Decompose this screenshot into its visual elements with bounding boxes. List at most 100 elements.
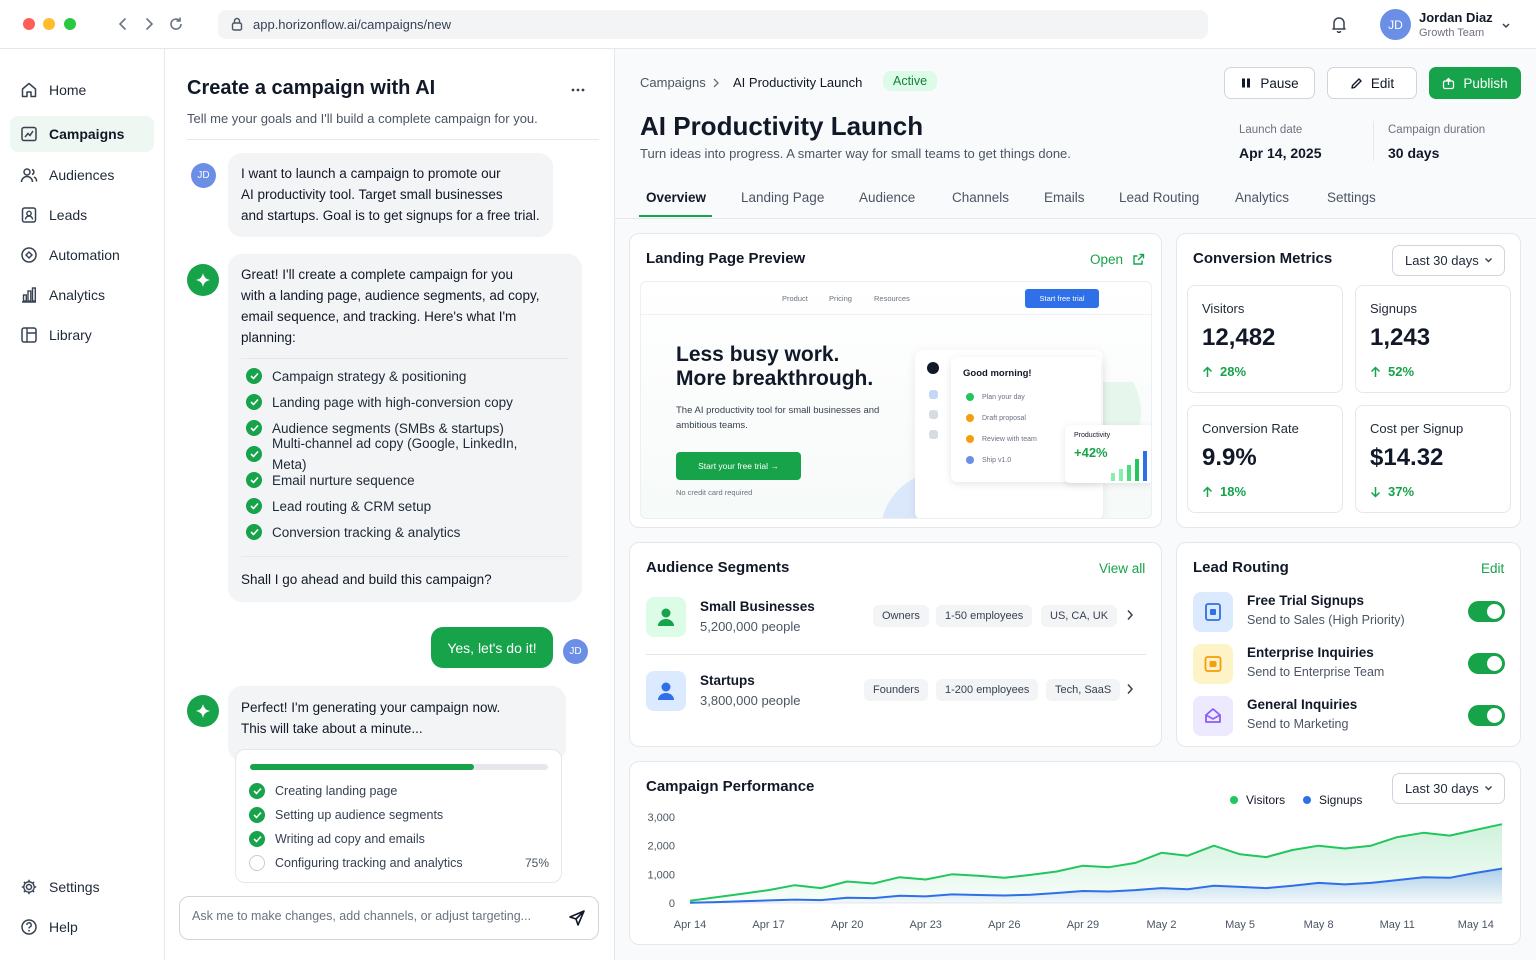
x-tick-label: Apr 17 xyxy=(752,919,784,931)
duration-value: 30 days xyxy=(1388,145,1440,161)
segment-chip: 1-50 employees xyxy=(936,605,1033,627)
sidebar-item-label: Library xyxy=(49,327,92,343)
check-icon xyxy=(249,807,265,823)
reload-icon[interactable] xyxy=(167,15,185,33)
tab-emails[interactable]: Emails xyxy=(1044,190,1085,205)
tab-landing-page[interactable]: Landing Page xyxy=(741,190,824,205)
plan-list: Campaign strategy & positioning Landing … xyxy=(246,363,546,545)
generation-progress-card: Creating landing page Setting up audienc… xyxy=(235,749,562,883)
campaigns-icon xyxy=(20,125,38,143)
x-tick-label: May 11 xyxy=(1380,919,1415,931)
sidebar-item-analytics[interactable]: Analytics xyxy=(10,277,154,313)
rule-name: General Inquiries xyxy=(1247,697,1358,712)
leads-icon xyxy=(20,206,38,224)
performance-range-select[interactable]: Last 30 days xyxy=(1392,773,1505,804)
sidebar: Home Campaigns Audiences Leads Automatio… xyxy=(0,49,165,960)
pause-button[interactable]: Pause xyxy=(1224,67,1315,99)
chevron-down-icon[interactable] xyxy=(1501,22,1511,30)
card-title: Audience Segments xyxy=(646,559,790,576)
person-icon xyxy=(646,597,686,637)
maximize-window-button[interactable] xyxy=(64,18,76,30)
segment-row[interactable]: Startups 3,800,000 people Founders 1-200… xyxy=(646,661,1146,721)
plan-item-label: Email nurture sequence xyxy=(272,472,415,488)
card-title: Lead Routing xyxy=(1193,559,1289,576)
check-icon xyxy=(246,524,262,540)
user-reply-avatar: JD xyxy=(563,639,588,664)
landing-page-mockup[interactable]: Product Pricing Resources Start free tri… xyxy=(640,281,1152,519)
chevron-right-icon[interactable] xyxy=(1126,683,1134,695)
sidebar-item-library[interactable]: Library xyxy=(10,317,154,353)
rule-toggle[interactable] xyxy=(1468,705,1505,726)
segment-row[interactable]: Small Businesses 5,200,000 people Owners… xyxy=(646,587,1146,647)
sidebar-item-audiences[interactable]: Audiences xyxy=(10,157,154,193)
sidebar-item-automation[interactable]: Automation xyxy=(10,237,154,273)
progress-step-label: Configuring tracking and analytics xyxy=(275,856,463,870)
button-label: Edit xyxy=(1370,75,1395,91)
sidebar-item-campaigns[interactable]: Campaigns xyxy=(10,116,154,152)
back-icon[interactable] xyxy=(114,15,132,33)
open-preview-link[interactable]: Open xyxy=(1090,252,1145,267)
more-options-icon[interactable] xyxy=(570,87,586,93)
check-icon xyxy=(249,831,265,847)
help-icon xyxy=(20,918,38,936)
breadcrumb-campaigns[interactable]: Campaigns xyxy=(640,75,706,90)
metric-value: 1,243 xyxy=(1370,324,1431,351)
audience-segments-card: Audience Segments View all Small Busines… xyxy=(629,542,1162,747)
user-name[interactable]: Jordan Diaz xyxy=(1419,10,1493,25)
metric-signups: Signups 1,243 52% xyxy=(1355,285,1511,393)
tab-audience[interactable]: Audience xyxy=(859,190,915,205)
view-all-link[interactable]: View all xyxy=(1099,561,1145,576)
send-icon[interactable] xyxy=(568,909,586,927)
sidebar-item-settings[interactable]: Settings xyxy=(10,869,154,905)
plan-item-label: Campaign strategy & positioning xyxy=(272,368,467,384)
bell-icon[interactable] xyxy=(1330,15,1348,33)
rule-destination: Send to Sales (High Priority) xyxy=(1247,613,1405,627)
sidebar-item-label: Leads xyxy=(49,207,88,223)
pencil-icon xyxy=(1351,77,1362,89)
sidebar-item-leads[interactable]: Leads xyxy=(10,197,154,233)
sidebar-item-home[interactable]: Home xyxy=(10,72,154,108)
plan-item: Conversion tracking & analytics xyxy=(246,519,546,545)
mock-headline-line: Less busy work. xyxy=(676,343,840,366)
rule-toggle[interactable] xyxy=(1468,601,1505,622)
tab-overview[interactable]: Overview xyxy=(646,190,706,205)
metric-label: Signups xyxy=(1370,301,1417,316)
ai-message-plan: Great! I'll create a complete campaign f… xyxy=(228,254,582,602)
forward-icon[interactable] xyxy=(140,15,158,33)
chevron-down-icon xyxy=(1485,258,1492,263)
address-bar[interactable]: app.horizonflow.ai/campaigns/new xyxy=(218,10,1208,39)
tab-lead-routing[interactable]: Lead Routing xyxy=(1119,190,1199,205)
mock-logo-dot xyxy=(927,362,939,374)
progress-step: Configuring tracking and analytics xyxy=(249,855,463,871)
metrics-range-select[interactable]: Last 30 days xyxy=(1392,245,1505,276)
rule-toggle[interactable] xyxy=(1468,653,1505,674)
mock-task: Plan your day xyxy=(966,393,1025,401)
close-window-button[interactable] xyxy=(23,18,35,30)
arrow-down-icon xyxy=(1370,486,1381,498)
sidebar-item-help[interactable]: Help xyxy=(10,909,154,945)
confirm-build-button[interactable]: Yes, let's do it! xyxy=(431,627,553,668)
chat-input[interactable] xyxy=(192,909,552,923)
duration-label: Campaign duration xyxy=(1388,124,1486,136)
metric-value: $14.32 xyxy=(1370,444,1444,471)
edit-routing-link[interactable]: Edit xyxy=(1481,561,1504,576)
edit-button[interactable]: Edit xyxy=(1327,67,1417,99)
pause-icon xyxy=(1242,78,1251,88)
automation-icon xyxy=(20,246,38,264)
mock-productivity-card: Productivity +42% xyxy=(1065,425,1151,483)
minimize-window-button[interactable] xyxy=(43,18,55,30)
tab-settings[interactable]: Settings xyxy=(1327,190,1376,205)
rule-destination: Send to Enterprise Team xyxy=(1247,665,1385,679)
user-avatar[interactable]: JD xyxy=(1380,9,1411,40)
mock-headline-line: More breakthrough. xyxy=(676,367,874,390)
x-tick-label: May 14 xyxy=(1458,919,1494,931)
tab-channels[interactable]: Channels xyxy=(952,190,1009,205)
conversion-metrics-card: Conversion Metrics Last 30 days Visitors… xyxy=(1176,233,1521,528)
chevron-right-icon[interactable] xyxy=(1126,609,1134,621)
plan-item: Campaign strategy & positioning xyxy=(246,363,546,389)
status-badge: Active xyxy=(883,71,938,91)
tab-analytics[interactable]: Analytics xyxy=(1235,190,1289,205)
progress-percent: 75% xyxy=(525,856,550,870)
landing-page-preview-card: Landing Page Preview Open Product Pricin… xyxy=(629,233,1162,528)
publish-button[interactable]: Publish xyxy=(1429,67,1521,99)
